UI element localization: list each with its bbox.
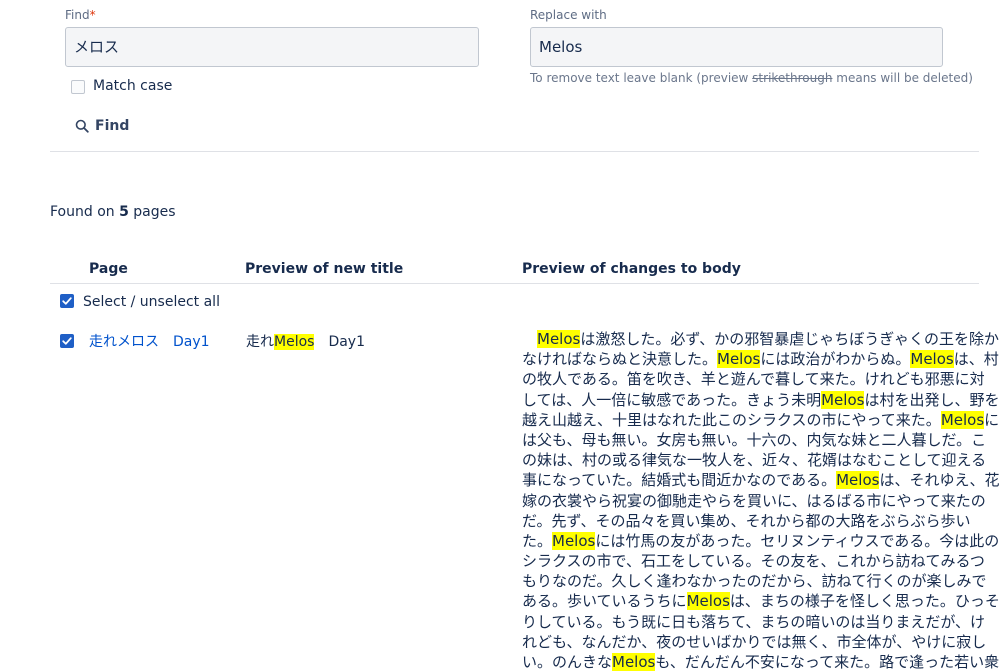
body-text: に — [984, 410, 1000, 429]
body-preview-line: は父も、母も無い。女房も無い。十六の、内気な妹と二人暮しだ。こ — [522, 430, 986, 450]
body-text: には政治がわからぬ。 — [760, 350, 911, 369]
replace-label: Replace with — [530, 8, 607, 22]
body-text: の妹は、村の或る律気な一牧人を、近々、花婿はなむことして迎える — [522, 451, 987, 470]
strikethrough-example: strikethrough — [752, 71, 833, 85]
body-preview-line: Melosは激怒した。必ず、かの邪智暴虐じゃちぼうぎゃくの王を除か — [522, 329, 999, 349]
find-input[interactable]: メロス — [65, 27, 479, 67]
body-text: シラクスの市で、石工をしている。その友を、これから訪ねてみるつ — [522, 552, 985, 571]
select-all-label: Select / unselect all — [83, 294, 220, 310]
required-mark: * — [89, 8, 96, 22]
body-text: 越え山越え、十里はなれた此このシラクスの市にやって来た。 — [522, 410, 941, 429]
body-text: れども、なんだか、夜のせいばかりでは無く、市全体が、やけに寂し — [522, 632, 987, 651]
body-preview-line: りしている。もう既に日も落ちて、まちの暗いのは当りまえだが、け — [522, 612, 985, 632]
replacement-highlight: Melos — [940, 410, 985, 429]
section-divider — [50, 151, 979, 152]
column-header-page: Page — [89, 261, 128, 277]
body-text: の牧人である。笛を吹き、羊と遊んで暮して来た。けれども邪悪に対 — [522, 370, 985, 389]
checkmark-icon — [62, 337, 72, 345]
body-text: なければならぬと決意した。 — [522, 350, 718, 369]
body-text: もりなのだ。久しく逢わなかったのだから、訪ねて行くのが楽しみで — [522, 572, 987, 591]
find-label: Find* — [65, 8, 96, 22]
find-button[interactable]: Find — [75, 113, 129, 139]
body-preview-line: もりなのだ。久しく逢わなかったのだから、訪ねて行くのが楽しみで — [522, 571, 987, 591]
body-text: は、まちの様子を怪しく思った。ひっそ — [729, 592, 1000, 611]
find-input-value: メロス — [74, 38, 120, 56]
replacement-highlight: Melos — [821, 390, 865, 409]
replace-input-value: Melos — [539, 38, 583, 56]
title-highlight: Melos — [274, 334, 315, 350]
body-preview-line: の妹は、村の或る律気な一牧人を、近々、花婿はなむことして迎える — [522, 450, 986, 470]
found-count: 5 — [119, 204, 129, 220]
body-preview-line: れども、なんだか、夜のせいばかりでは無く、市全体が、やけに寂し — [522, 632, 986, 652]
search-icon — [75, 119, 89, 133]
replacement-highlight: Melos — [686, 592, 730, 611]
body-text: 事になっていた。結婚式も間近かなのである。 — [522, 471, 837, 490]
replace-hint: To remove text leave blank (preview stri… — [530, 71, 973, 85]
found-summary: Found on 5 pages — [50, 204, 176, 220]
body-changes-preview: Melosは激怒した。必ず、かの邪智暴虐じゃちぼうぎゃくの王を除か なければならぬ… — [522, 329, 1000, 672]
body-text: 嫁の衣裳やら祝宴の御馳走やらを買いに、はるばる市にやって来たの — [522, 491, 986, 510]
body-text: も、だんだん不安になって来た。路で逢った若い衆 — [655, 653, 1000, 671]
body-text: だ。先ず、その品々を買い集め、それから都の大路をぶらぶら歩い — [522, 511, 971, 530]
body-preview-line: ある。歩いているうちにMelosは、まちの様子を怪しく思った。ひっそ — [522, 591, 1000, 611]
replacement-highlight: Melos — [910, 350, 954, 369]
replacement-highlight: Melos — [836, 471, 880, 490]
body-preview-line: なければならぬと決意した。Melosには政治がわからぬ。Melosは、村 — [522, 349, 999, 369]
column-header-new-title: Preview of new title — [245, 261, 404, 277]
match-case-label: Match case — [93, 78, 173, 94]
body-text — [522, 330, 537, 348]
body-preview-line: だ。先ず、その品々を買い集め、それから都の大路をぶらぶら歩い — [522, 511, 977, 531]
body-text: は激怒した。必ず、かの邪智暴虐じゃちぼうぎゃくの王を除か — [580, 330, 1000, 348]
page-link[interactable]: 走れメロス Day1 — [89, 331, 210, 351]
replacement-highlight: Melos — [537, 330, 581, 348]
row-checkbox[interactable] — [60, 334, 74, 348]
body-preview-line: た。Melosには竹馬の友があった。セリヌンティウスである。今は此の — [522, 531, 999, 551]
body-text: しては、人一倍に敏感であった。きょう未明 — [522, 390, 822, 409]
body-text: た。 — [522, 531, 553, 550]
body-text: りしている。もう既に日も落ちて、まちの暗いのは当りまえだが、け — [522, 612, 986, 631]
checkmark-icon — [62, 297, 72, 305]
body-text: い。のんきな — [522, 653, 613, 671]
body-preview-line: シラクスの市で、石工をしている。その友を、これから訪ねてみるつ — [522, 551, 985, 571]
find-button-label: Find — [95, 118, 130, 134]
body-text: は、村 — [953, 350, 999, 369]
body-preview-line: しては、人一倍に敏感であった。きょう未明Melosは村を出発し、野を — [522, 390, 999, 410]
column-header-body-changes: Preview of changes to body — [522, 261, 741, 277]
body-preview-line: 越え山越え、十里はなれた此このシラクスの市にやって来た。Melosに — [522, 410, 999, 430]
replacement-highlight: Melos — [552, 531, 596, 550]
select-all-checkbox[interactable] — [60, 294, 74, 308]
new-title-preview: 走れMelos Day1 — [246, 334, 366, 350]
body-preview-line: 事になっていた。結婚式も間近かなのである。Melosは、それゆえ、花 — [522, 470, 999, 490]
table-header-divider — [50, 283, 979, 284]
body-preview-line: の牧人である。笛を吹き、羊と遊んで暮して来た。けれども邪悪に対 — [522, 369, 985, 389]
replace-input[interactable]: Melos — [530, 27, 943, 67]
body-preview-line: 嫁の衣裳やら祝宴の御馳走やらを買いに、はるばる市にやって来たの — [522, 491, 986, 511]
body-text: は父も、母も無い。女房も無い。十六の、内気な妹と二人暮しだ。こ — [522, 430, 987, 449]
match-case-checkbox[interactable] — [71, 80, 85, 94]
body-text: には竹馬の友があった。セリヌンティウスである。今は此の — [595, 531, 1000, 550]
replacement-highlight: Melos — [717, 350, 761, 369]
body-preview-line: い。のんきなMelosも、だんだん不安になって来た。路で逢った若い衆 — [522, 652, 999, 672]
body-text: は、それゆえ、花 — [879, 471, 1000, 490]
body-text: は村を出発し、野を — [864, 390, 1000, 409]
body-text: ある。歩いているうちに — [522, 592, 687, 611]
replacement-highlight: Melos — [612, 653, 656, 671]
